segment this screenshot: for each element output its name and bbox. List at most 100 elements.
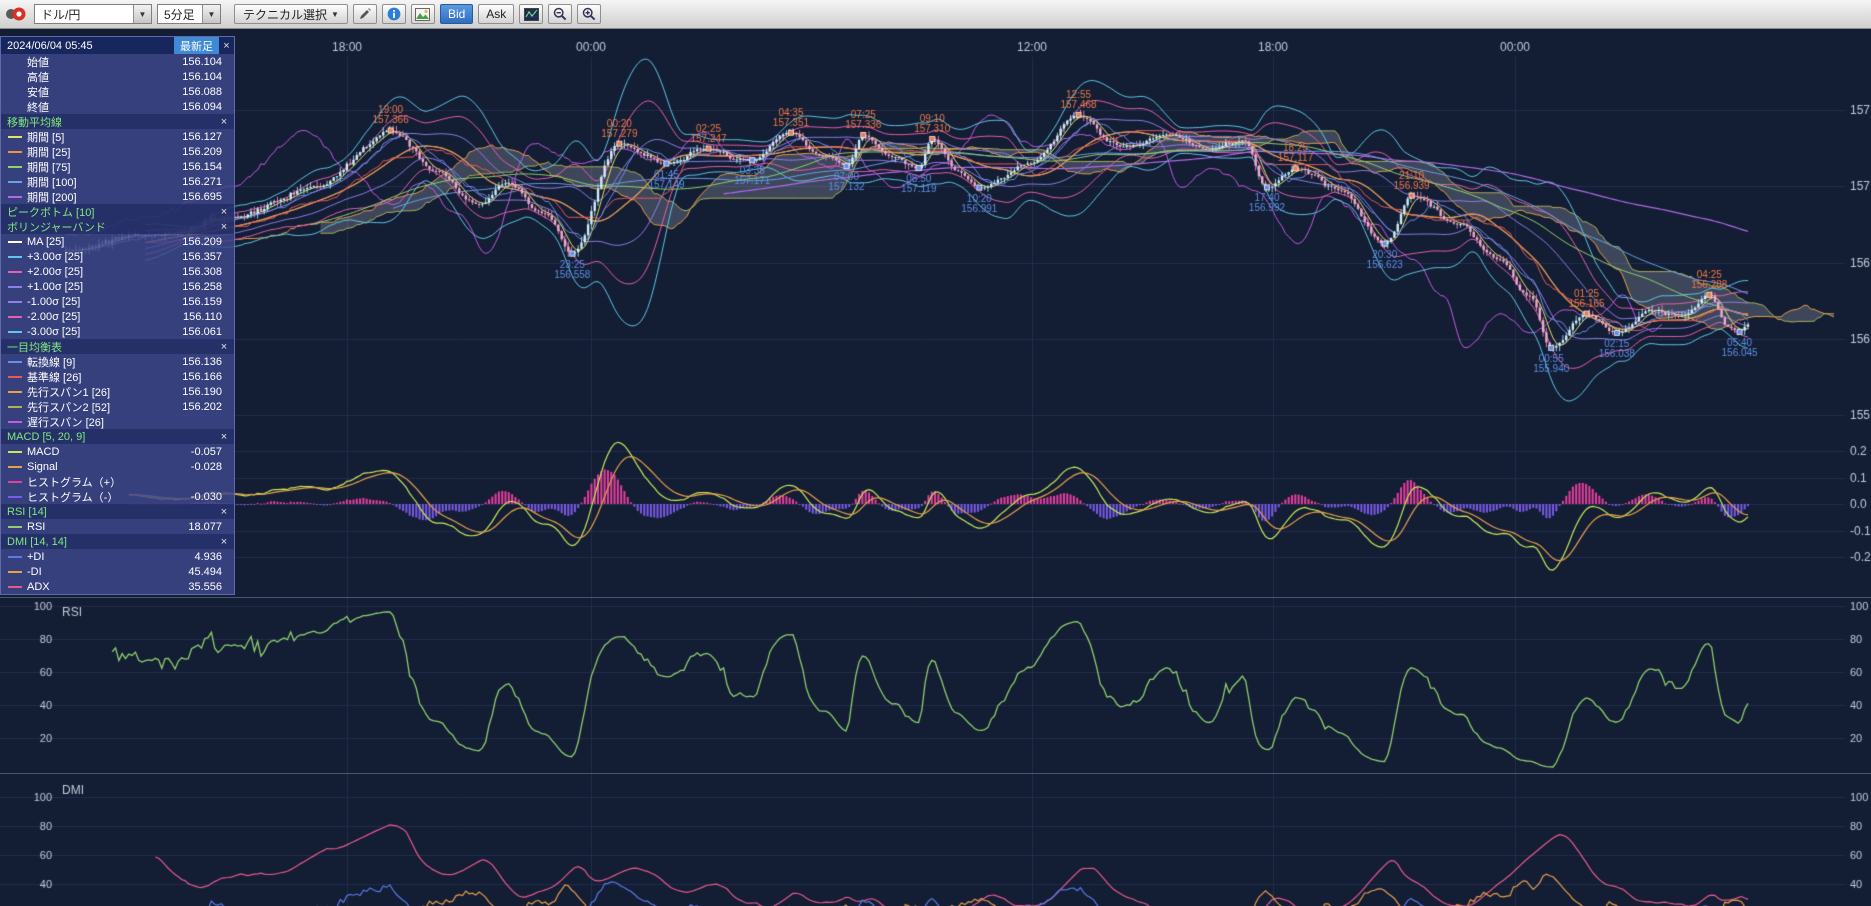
indicator-value: 4.936 [194, 551, 230, 563]
close-icon[interactable]: × [218, 206, 230, 218]
zoom-out-button[interactable] [548, 4, 572, 24]
indicator-value: 156.209 [182, 146, 230, 158]
indicator-label: 遅行スパン [26] [27, 414, 222, 430]
rsi-panel-canvas[interactable] [0, 598, 1871, 773]
indicator-label: 期間 [75] [27, 159, 182, 175]
indicator-label: MA [25] [27, 236, 182, 248]
info-button[interactable] [382, 4, 406, 24]
draw-pencil-button[interactable] [353, 4, 377, 24]
panel-indicator-row: +1.00σ [25]156.258 [1, 279, 234, 294]
indicator-value: 156.159 [182, 296, 230, 308]
indicator-label: 始値 [27, 54, 182, 70]
trading-app-window: ドル/円 ▼ 5分足 ▼ テクニカル選択 ▼ [0, 0, 1871, 906]
panel-indicator-row: -2.00σ [25]156.110 [1, 309, 234, 324]
close-icon[interactable]: × [218, 341, 230, 353]
panel-indicator-row: 始値156.104 [1, 54, 234, 69]
panel-section-header: DMI [14, 14]× [1, 534, 234, 549]
close-icon[interactable]: × [218, 116, 230, 128]
indicator-color-swatch [8, 136, 22, 138]
panel-indicator-row: MACD-0.057 [1, 444, 234, 459]
zoom-in-button[interactable] [577, 4, 601, 24]
close-icon[interactable]: × [218, 221, 230, 233]
panel-indicator-row: ADX35.556 [1, 579, 234, 594]
indicator-color-swatch [8, 556, 22, 558]
indicator-label: 高値 [27, 69, 182, 85]
chart-image-button[interactable] [411, 4, 435, 24]
close-icon[interactable]: × [218, 536, 230, 548]
panel-indicator-row: 遅行スパン [26] [1, 414, 234, 429]
currency-pair-select[interactable]: ドル/円 ▼ [34, 4, 152, 24]
toolbar: ドル/円 ▼ 5分足 ▼ テクニカル選択 ▼ [0, 0, 1871, 29]
indicator-color-swatch [8, 451, 22, 453]
indicator-value: 18.077 [188, 521, 230, 533]
info-icon [387, 7, 401, 21]
panel-section-header: 一目均衡表× [1, 339, 234, 354]
close-icon[interactable]: × [218, 431, 230, 443]
indicator-color-swatch [8, 61, 22, 63]
indicator-label: +DI [27, 551, 194, 563]
panel-section-header: ピークボトム [10]× [1, 204, 234, 219]
indicator-label: RSI [27, 521, 188, 533]
indicator-value: 156.154 [182, 161, 230, 173]
panel-indicator-row: -3.00σ [25]156.061 [1, 324, 234, 339]
indicator-label: 期間 [100] [27, 174, 182, 190]
indicator-label: +2.00σ [25] [27, 266, 182, 278]
indicator-value: 156.202 [182, 401, 230, 413]
dmi-panel-canvas[interactable] [0, 774, 1871, 906]
image-icon [415, 8, 430, 21]
info-panel-rows: 始値156.104高値156.104安値156.088終値156.094移動平均… [1, 54, 234, 594]
indicator-color-swatch [8, 241, 22, 243]
indicator-label: Signal [27, 461, 191, 473]
indicator-value: 156.110 [183, 311, 230, 323]
indicator-label: ヒストグラム（+） [27, 474, 222, 490]
close-icon[interactable]: × [218, 506, 230, 518]
indicator-color-swatch [8, 481, 22, 483]
zoom-in-icon [582, 7, 596, 21]
indicator-color-swatch [8, 586, 22, 588]
indicator-color-swatch [8, 166, 22, 168]
indicator-label: 転換線 [9] [27, 354, 182, 370]
panel-indicator-row: 転換線 [9]156.136 [1, 354, 234, 369]
indicator-value: 156.209 [182, 236, 230, 248]
indicator-value: 156.094 [182, 101, 230, 113]
indicator-color-swatch [8, 331, 22, 333]
indicator-color-swatch [8, 526, 22, 528]
candle-chart-icon [524, 8, 539, 21]
indicator-color-swatch [8, 466, 22, 468]
close-icon[interactable]: × [219, 40, 234, 52]
indicator-value: 156.190 [182, 386, 230, 398]
latest-bar-badge[interactable]: 最新足 [174, 37, 219, 54]
panel-section-header: MACD [5, 20, 9]× [1, 429, 234, 444]
indicator-value: 156.127 [182, 131, 230, 143]
timeframe-select[interactable]: 5分足 ▼ [157, 4, 221, 24]
panel-indicator-row: +DI4.936 [1, 549, 234, 564]
bid-button[interactable]: Bid [440, 4, 473, 24]
timeframe-value: 5分足 [158, 6, 202, 23]
indicator-value: 156.104 [182, 56, 230, 68]
indicator-label: 期間 [200] [27, 189, 182, 205]
main-chart-canvas[interactable] [0, 29, 1871, 597]
grid-chart-button[interactable] [519, 4, 543, 24]
info-panel-header: 2024/06/04 05:45 最新足 × [1, 37, 234, 54]
indicator-color-swatch [8, 151, 22, 153]
chevron-down-icon[interactable]: ▼ [202, 5, 220, 23]
indicator-color-swatch [8, 286, 22, 288]
panel-section-header: 移動平均線× [1, 114, 234, 129]
indicator-label: -2.00σ [25] [27, 311, 183, 323]
panel-indicator-row: 期間 [25]156.209 [1, 144, 234, 159]
panel-indicator-row: +3.00σ [25]156.357 [1, 249, 234, 264]
indicator-value: 156.357 [182, 251, 230, 263]
indicator-value: 35.556 [188, 581, 230, 593]
panel-indicator-row: Signal-0.028 [1, 459, 234, 474]
section-label: 移動平均線 [5, 114, 218, 130]
panel-indicator-row: +2.00σ [25]156.308 [1, 264, 234, 279]
chevron-down-icon[interactable]: ▼ [133, 5, 151, 23]
indicator-label: ヒストグラム（-） [27, 489, 191, 505]
zoom-out-icon [553, 7, 567, 21]
ask-button[interactable]: Ask [478, 4, 514, 24]
technical-select-button[interactable]: テクニカル選択 ▼ [234, 4, 348, 24]
panel-indicator-row: 期間 [200]156.695 [1, 189, 234, 204]
section-label: RSI [14] [5, 506, 218, 518]
indicator-value: -0.030 [191, 491, 230, 503]
indicator-label: MACD [27, 446, 191, 458]
